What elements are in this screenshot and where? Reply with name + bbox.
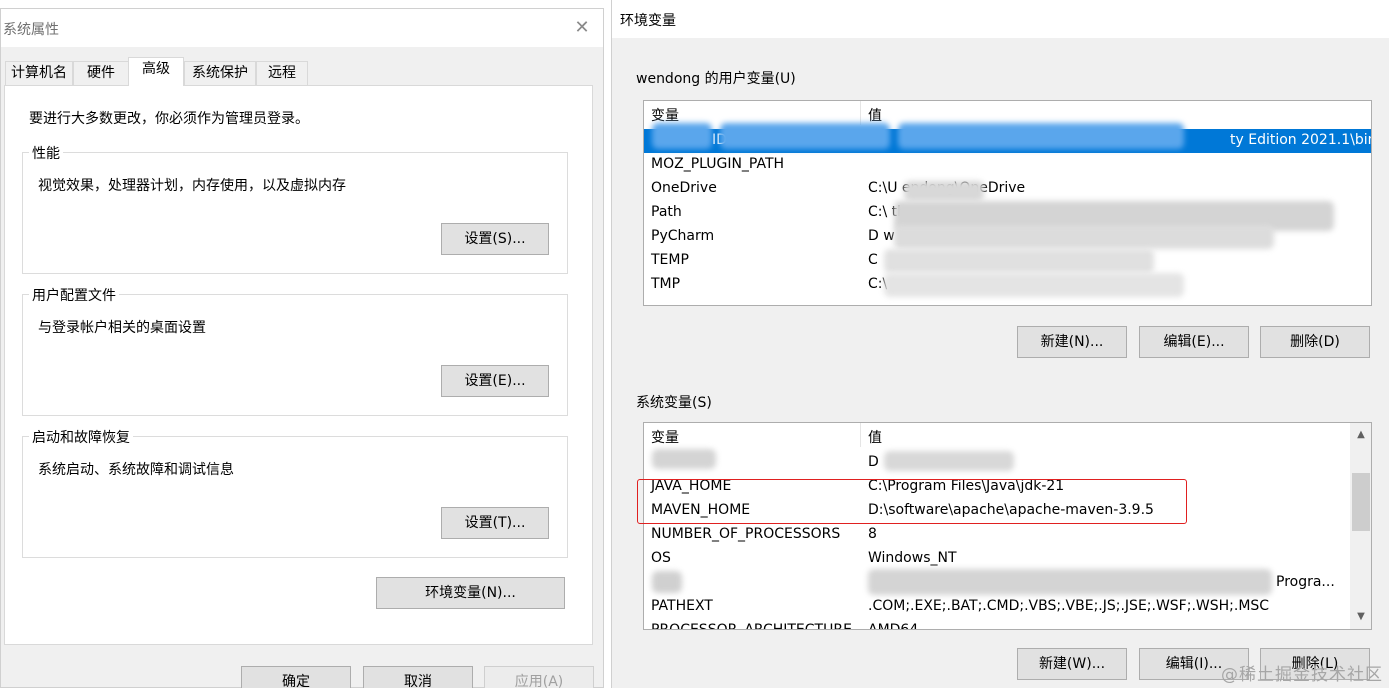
cancel-button[interactable]: 取消 xyxy=(363,666,473,688)
system-variables-label: 系统变量(S) xyxy=(636,395,712,411)
column-variable[interactable]: 变量 xyxy=(651,427,679,447)
variable-name: Path xyxy=(651,204,682,220)
user-edit-label: 编辑(E)... xyxy=(1163,334,1225,350)
list-header: 变量 值 xyxy=(644,423,1371,447)
variable-value: .COM;.EXE;.BAT;.CMD;.VBS;.VBE;.JS;.JSE;.… xyxy=(868,598,1270,614)
user-profiles-settings-button[interactable]: 设置(E)... xyxy=(441,365,549,397)
variable-name: PyCharm xyxy=(651,228,715,244)
user-delete-button[interactable]: 删除(D) xyxy=(1260,326,1370,358)
user-variables-label: wendong 的用户变量(U) xyxy=(636,71,796,87)
table-row[interactable]: PROCESSOR_ARCHITECTURE AMD64 xyxy=(644,619,1371,630)
advanced-tab-panel: 要进行大多数更改，你必须作为管理员登录。 性能 视觉效果，处理器计划，内存使用，… xyxy=(4,85,593,645)
admin-note: 要进行大多数更改，你必须作为管理员登录。 xyxy=(29,111,309,127)
window-title: 系统属性 xyxy=(3,22,59,38)
variable-value: Progra... xyxy=(1276,574,1335,590)
variable-name: OneDrive xyxy=(651,180,717,196)
redaction-blur xyxy=(898,123,1184,149)
environment-variables-button[interactable]: 环境变量(N)... xyxy=(376,577,565,609)
window-title: 环境变量 xyxy=(620,13,676,29)
title-bar: 系统属性 ✕ xyxy=(1,9,603,47)
tab-advanced[interactable]: 高级 xyxy=(128,57,184,86)
close-icon[interactable]: ✕ xyxy=(571,17,593,39)
column-value[interactable]: 值 xyxy=(868,427,882,447)
redaction-blur xyxy=(868,569,1272,595)
user-variables-list[interactable]: 变量 值 ID ty Edition 2021.1\bin; MOZ_PLUGI… xyxy=(643,100,1372,306)
variable-name: MOZ_PLUGIN_PATH xyxy=(651,156,785,172)
performance-settings-button[interactable]: 设置(S)... xyxy=(441,223,549,255)
table-row[interactable]: MOZ_PLUGIN_PATH xyxy=(644,153,1371,177)
variable-value: AMD64 xyxy=(868,622,919,630)
variable-name: OS xyxy=(651,550,671,566)
performance-group: 性能 视觉效果，处理器计划，内存使用，以及虚拟内存 设置(S)... xyxy=(22,143,568,274)
startup-recovery-settings-button[interactable]: 设置(T)... xyxy=(441,507,549,539)
table-row[interactable]: PATHEXT .COM;.EXE;.BAT;.CMD;.VBS;.VBE;.J… xyxy=(644,595,1371,619)
table-row[interactable]: OneDrive C:\U endong\OneDrive xyxy=(644,177,1371,201)
variable-value: Windows_NT xyxy=(868,550,957,566)
tab-remote[interactable]: 远程 xyxy=(256,61,308,85)
system-new-label: 新建(W)... xyxy=(1038,656,1106,672)
highlight-box xyxy=(637,479,1187,524)
redaction-blur xyxy=(884,451,1014,471)
user-new-label: 新建(N)... xyxy=(1040,334,1104,350)
variable-name: PATHEXT xyxy=(651,598,713,614)
redaction-blur xyxy=(894,225,1274,249)
redaction-blur xyxy=(652,571,682,593)
redaction-blur xyxy=(720,123,890,149)
variable-name: TMP xyxy=(651,276,681,292)
table-row[interactable]: OS Windows_NT xyxy=(644,547,1371,571)
ok-button[interactable]: 确定 xyxy=(241,666,351,688)
variable-name: NUMBER_OF_PROCESSORS xyxy=(651,526,841,542)
system-properties-window: 系统属性 ✕ 计算机名 硬件 高级 系统保护 远程 要进行大多数更改，你必须作为… xyxy=(0,8,604,688)
system-edit-label: 编辑(I)... xyxy=(1165,656,1223,672)
apply-button[interactable]: 应用(A) xyxy=(484,666,594,688)
variable-value: ty Edition 2021.1\bin; xyxy=(1230,132,1372,148)
scroll-up-icon[interactable]: ▲ xyxy=(1350,429,1371,440)
list-header: 变量 值 xyxy=(644,101,1371,125)
user-profiles-description: 与登录帐户相关的桌面设置 xyxy=(38,320,206,336)
performance-label: 性能 xyxy=(29,143,63,163)
startup-recovery-group: 启动和故障恢复 系统启动、系统故障和调试信息 设置(T)... xyxy=(22,427,568,558)
scroll-down-icon[interactable]: ▼ xyxy=(1350,611,1371,622)
redaction-blur xyxy=(652,449,716,469)
tab-system-protection[interactable]: 系统保护 xyxy=(184,61,256,85)
scrollbar-thumb[interactable] xyxy=(1352,473,1370,531)
redaction-blur xyxy=(652,123,712,149)
title-bar: 环境变量 xyxy=(612,0,1389,38)
variable-name: TEMP xyxy=(651,252,689,268)
environment-variables-window: 环境变量 wendong 的用户变量(U) 变量 值 ID ty Edition… xyxy=(611,0,1389,688)
variable-name: PROCESSOR_ARCHITECTURE xyxy=(651,622,852,630)
variable-value: D xyxy=(868,454,879,470)
system-variables-list[interactable]: 变量 值 D JAVA_HOME C:\Program Files\Java\j… xyxy=(643,422,1372,630)
user-delete-label: 删除(D) xyxy=(1290,334,1340,350)
column-divider xyxy=(860,101,861,125)
tab-hardware[interactable]: 硬件 xyxy=(73,61,129,85)
startup-recovery-label: 启动和故障恢复 xyxy=(29,427,133,447)
redaction-blur xyxy=(884,249,1154,273)
performance-description: 视觉效果，处理器计划，内存使用，以及虚拟内存 xyxy=(38,178,346,194)
startup-recovery-description: 系统启动、系统故障和调试信息 xyxy=(38,462,234,478)
variable-value: C xyxy=(868,252,878,268)
user-profiles-group: 用户配置文件 与登录帐户相关的桌面设置 设置(E)... xyxy=(22,285,568,416)
tab-computer-name[interactable]: 计算机名 xyxy=(5,61,73,85)
user-new-button[interactable]: 新建(N)... xyxy=(1017,326,1127,358)
variable-value: D w xyxy=(868,228,895,244)
table-row[interactable]: NUMBER_OF_PROCESSORS 8 xyxy=(644,523,1371,547)
redaction-blur xyxy=(904,181,984,201)
redaction-blur xyxy=(884,273,1184,297)
tab-strip: 计算机名 硬件 高级 系统保护 远程 xyxy=(1,57,603,86)
column-variable[interactable]: 变量 xyxy=(651,105,679,125)
column-divider xyxy=(860,423,861,447)
column-value[interactable]: 值 xyxy=(868,105,882,125)
user-edit-button[interactable]: 编辑(E)... xyxy=(1139,326,1249,358)
system-new-button[interactable]: 新建(W)... xyxy=(1017,648,1127,680)
watermark: @稀土掘金技术社区 xyxy=(1221,665,1383,685)
user-profiles-label: 用户配置文件 xyxy=(29,285,119,305)
variable-value: 8 xyxy=(868,526,877,542)
